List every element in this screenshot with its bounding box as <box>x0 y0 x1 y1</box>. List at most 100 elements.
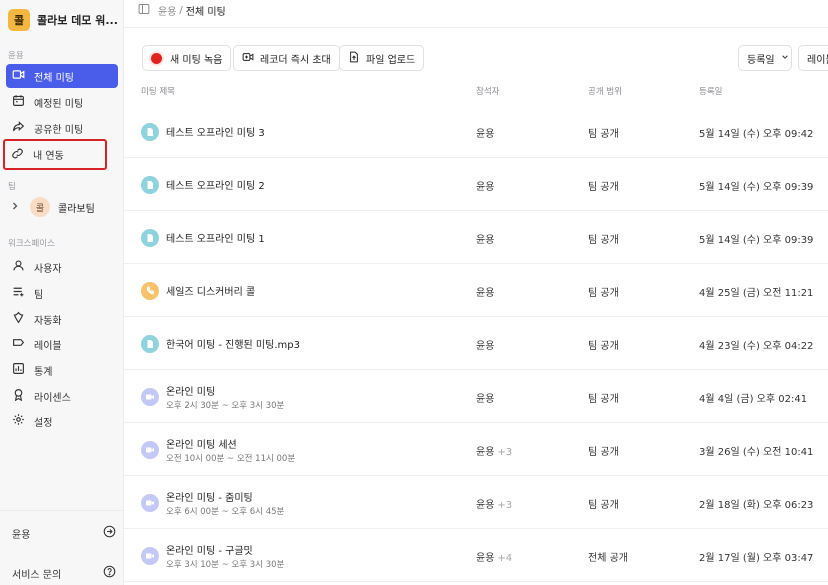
sidebar-toggle-icon[interactable] <box>138 3 158 18</box>
visibility-scope: 팀 공개 <box>588 182 619 193</box>
visibility-scope: 팀 공개 <box>588 500 619 511</box>
invite-recorder-button[interactable]: 레코더 즉시 초대 <box>233 45 340 71</box>
new-recording-button[interactable]: 새 미팅 녹음 <box>142 45 232 71</box>
meeting-title: 테스트 오프라인 미팅 1 <box>166 234 265 245</box>
table-row[interactable]: 테스트 오프라인 미팅 1 윤용 팀 공개 5월 14일 (수) 오후 09:39 <box>124 211 828 264</box>
registered-date: 2월 17일 (월) 오후 03:47 <box>699 553 814 564</box>
sort-select[interactable]: 등록일 <box>738 45 792 71</box>
registered-date: 2월 18일 (화) 오후 06:23 <box>699 500 814 511</box>
attendee-extra-count: +3 <box>497 500 513 511</box>
sidebar-item-label: 라이센스 <box>34 392 71 404</box>
attendee-name: 윤용 <box>476 182 495 193</box>
profile-menu[interactable]: 윤용 <box>12 525 116 541</box>
table-row[interactable]: 테스트 오프라인 미팅 3 윤용 팀 공개 5월 14일 (수) 오후 09:42 <box>124 105 828 158</box>
attendees: 윤용 +3 <box>476 496 512 511</box>
recorder-icon <box>242 51 260 66</box>
table-row[interactable]: 한국어 미팅 - 진행된 미팅.mp3 윤용 팀 공개 4월 23일 (수) 오후 0… <box>124 317 828 370</box>
service-inquiry-label: 서비스 문의 <box>12 569 62 581</box>
attendees: 윤용 <box>476 125 494 140</box>
new-recording-label: 새 미팅 녹음 <box>170 54 223 66</box>
meeting-time: 오후 2시 30분 ~ 오후 3시 30분 <box>166 401 285 411</box>
chevron-right-icon[interactable] <box>10 201 20 214</box>
breadcrumb-parent[interactable]: 윤용 <box>158 3 176 18</box>
sidebar-item-all-meetings[interactable]: 전체 미팅 <box>6 64 118 88</box>
sidebar-item-my-integrations[interactable]: 내 연동 <box>3 139 107 170</box>
file-upload-button[interactable]: 파일 업로드 <box>339 45 425 71</box>
breadcrumb: 윤용 / 전체 미팅 <box>138 3 226 18</box>
visibility-scope: 팀 공개 <box>588 394 619 405</box>
attendees: 윤용 <box>476 337 494 352</box>
attendees: 윤용 <box>476 284 494 299</box>
table-row[interactable]: 온라인 미팅 오후 2시 30분 ~ 오후 3시 30분 윤용 팀 공개 4월 4일 (… <box>124 370 828 423</box>
team-avatar: 콜 <box>30 197 50 217</box>
attendee-extra-count: +4 <box>497 553 513 564</box>
sidebar-item-label: 사용자 <box>34 263 62 275</box>
sidebar-item-labels[interactable]: 레이블 <box>6 332 118 356</box>
arrow-circle-icon <box>103 525 116 541</box>
user-icon <box>12 259 25 275</box>
visibility-scope: 전체 공개 <box>588 553 628 564</box>
sort-label: 등록일 <box>747 54 775 66</box>
sidebar-item-label: 예정된 미팅 <box>34 98 84 110</box>
chart-icon <box>12 362 25 378</box>
label-icon <box>12 336 25 352</box>
meeting-time: 오후 3시 10분 ~ 오후 3시 30분 <box>166 560 285 570</box>
workspace-logo: 콜 <box>8 9 30 31</box>
invite-recorder-label: 레코더 즉시 초대 <box>260 54 331 66</box>
label-filter-button[interactable]: 레이블 <box>798 45 828 71</box>
automation-icon <box>12 311 25 327</box>
team-name: 콜라보팀 <box>58 203 95 215</box>
workspace-name: 콜라보 데모 워... <box>37 14 118 27</box>
column-header-attendees: 참석자 <box>476 87 500 97</box>
sidebar-item-label: 내 연동 <box>33 151 64 162</box>
sidebar-item-label: 자동화 <box>34 315 62 327</box>
sidebar-item-license[interactable]: 라이센스 <box>6 384 118 408</box>
video-call-icon <box>141 547 159 565</box>
link-icon <box>11 147 24 163</box>
attendee-name: 윤용 <box>476 288 495 299</box>
column-header-title[interactable]: 미팅 제목 <box>141 85 175 97</box>
video-call-icon <box>141 388 159 406</box>
attendees: 윤용 +3 <box>476 443 512 458</box>
attendee-name: 윤용 <box>476 447 495 458</box>
breadcrumb-current: 전체 미팅 <box>185 7 226 18</box>
sidebar-item-automation[interactable]: 자동화 <box>6 307 118 331</box>
file-icon <box>141 335 159 353</box>
service-inquiry[interactable]: 서비스 문의 <box>12 565 116 581</box>
visibility-scope: 팀 공개 <box>588 235 619 246</box>
attendee-name: 윤용 <box>476 235 495 246</box>
section-label-workspace: 워크스페이스 <box>8 239 55 249</box>
meeting-title: 온라인 미팅 <box>166 387 216 398</box>
column-header-date[interactable]: 등록일 <box>699 85 722 97</box>
registered-date: 4월 4일 (금) 오후 02:41 <box>699 394 808 405</box>
meeting-title: 한국어 미팅 - 진행된 미팅.mp3 <box>166 340 300 351</box>
share-icon <box>12 120 25 136</box>
meeting-title: 테스트 오프라인 미팅 2 <box>166 181 265 192</box>
attendee-name: 윤용 <box>476 341 495 352</box>
sidebar-item-users[interactable]: 사용자 <box>6 255 118 279</box>
workspace-switcher[interactable]: 콜 콜라보 데모 워... <box>8 9 118 31</box>
sidebar-item-team[interactable]: 콜 콜라보팀 <box>6 195 118 219</box>
sidebar-item-scheduled-meetings[interactable]: 예정된 미팅 <box>6 90 118 114</box>
sidebar-item-teams[interactable]: 팀 <box>6 281 118 305</box>
registered-date: 4월 23일 (수) 오후 04:22 <box>699 341 814 352</box>
upload-file-icon <box>348 51 366 66</box>
registered-date: 5월 14일 (수) 오후 09:39 <box>699 182 814 193</box>
sidebar-item-shared-meetings[interactable]: 공유한 미팅 <box>6 116 118 140</box>
table-row[interactable]: 테스트 오프라인 미팅 2 윤용 팀 공개 5월 14일 (수) 오후 09:39 <box>124 158 828 211</box>
sidebar: 콜 콜라보 데모 워... 윤용 전체 미팅 예정된 미팅 공유한 미팅 내 연… <box>0 0 124 585</box>
registered-date: 4월 25일 (금) 오전 11:21 <box>699 288 814 299</box>
help-circle-icon <box>103 565 116 581</box>
attendees: 윤용 +4 <box>476 549 512 564</box>
sidebar-item-settings[interactable]: 설정 <box>6 409 118 433</box>
table-row[interactable]: 온라인 미팅 - 구글밋 오후 3시 10분 ~ 오후 3시 30분 윤용 +4 전체 … <box>124 529 828 582</box>
sidebar-item-stats[interactable]: 통계 <box>6 358 118 382</box>
table-row[interactable]: 온라인 미팅 세션 오전 10시 00분 ~ 오전 11시 00분 윤용 +3 팀 공개… <box>124 423 828 476</box>
file-icon <box>141 123 159 141</box>
meeting-time: 오전 10시 00분 ~ 오전 11시 00분 <box>166 454 296 464</box>
header-divider <box>124 27 828 28</box>
file-icon <box>141 176 159 194</box>
sidebar-item-label: 공유한 미팅 <box>34 124 84 136</box>
table-row[interactable]: 세일즈 디스커버리 콜 윤용 팀 공개 4월 25일 (금) 오전 11:21 <box>124 264 828 317</box>
table-row[interactable]: 온라인 미팅 - 줌미팅 오후 6시 00분 ~ 오후 6시 45분 윤용 +3 팀 공… <box>124 476 828 529</box>
